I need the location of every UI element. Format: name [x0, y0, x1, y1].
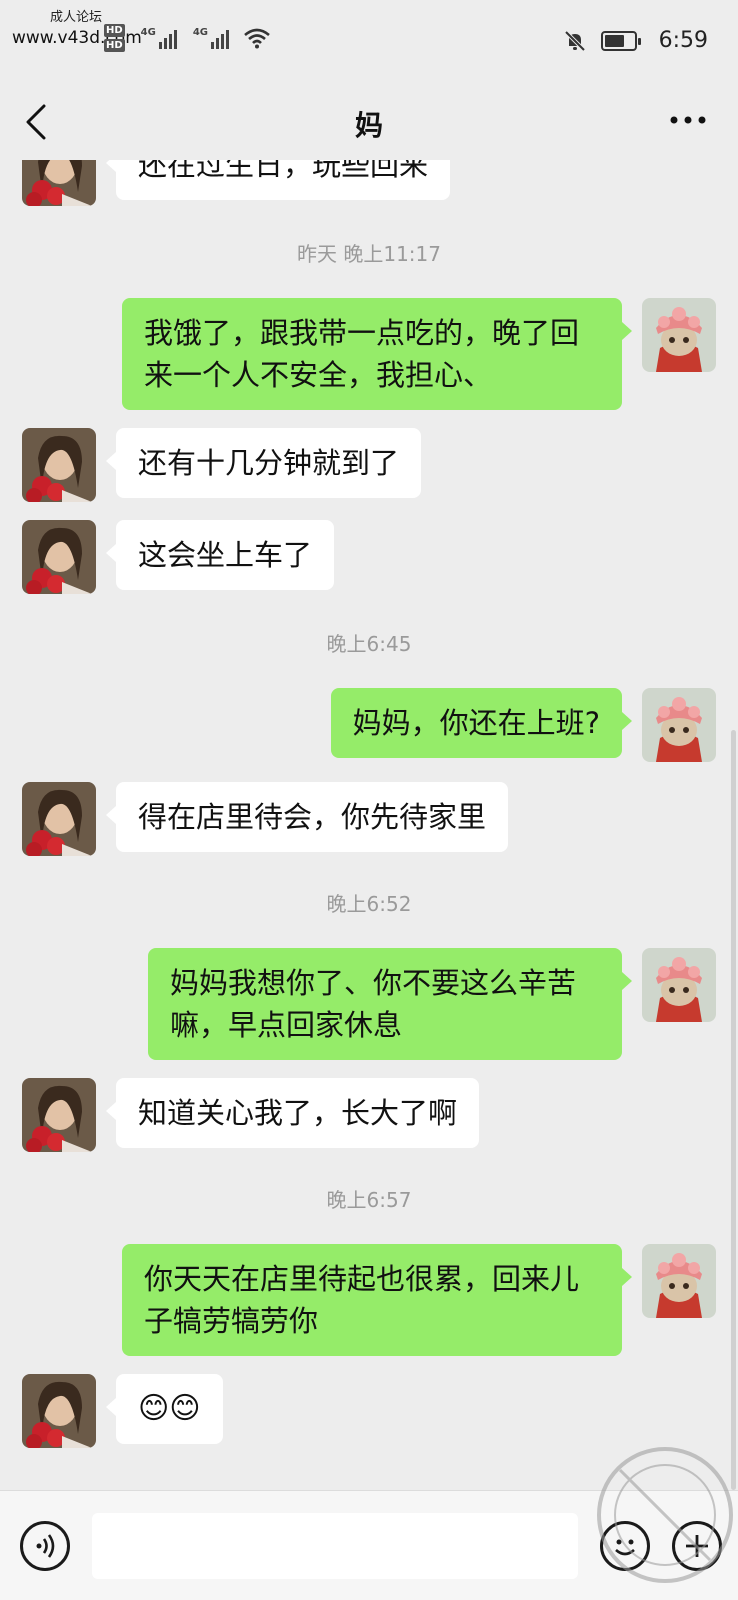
more-icon[interactable] [668, 114, 708, 126]
network-indicators: HD HD 4G 4G [104, 24, 271, 52]
message-bubble-received[interactable]: 还有十几分钟就到了 [105, 428, 422, 498]
message-bubble-sent[interactable]: 我饿了，跟我带一点吃的，晚了回 来一个人不安全，我担心、 [122, 298, 632, 410]
hd-icon: HD HD [104, 24, 125, 52]
chat-header: 妈 [0, 88, 738, 160]
status-time: 6:59 [658, 28, 708, 53]
scrollbar[interactable] [731, 730, 736, 1490]
voice-icon[interactable] [20, 1521, 70, 1571]
message-bubble-received[interactable]: 这会坐上车了 [105, 520, 335, 590]
my-avatar[interactable] [642, 948, 716, 1022]
mute-icon [564, 30, 586, 51]
timestamp: 晚上6:45 [326, 632, 412, 656]
mom-avatar[interactable] [22, 160, 96, 206]
timestamp: 晚上6:57 [326, 1188, 412, 1212]
status-right: 6:59 [563, 28, 708, 53]
watermark-seal [597, 1447, 733, 1583]
signal-icon: 4G [141, 27, 177, 49]
message-bubble-received[interactable]: 😊😊 [106, 1374, 223, 1444]
message-bubble-received[interactable]: 还在过生日，玩些回来 [105, 160, 451, 200]
message-list[interactable]: 还在过生日，玩些回来 昨天 晚上11:17 我饿了，跟我带一点吃的，晚了回 来一… [0, 160, 738, 1490]
wifi-icon [244, 28, 270, 49]
mom-avatar[interactable] [22, 1374, 96, 1448]
message-bubble-sent[interactable]: 你天天在店里待起也很累，回来儿 子犒劳犒劳你 [122, 1244, 632, 1356]
message-input[interactable] [92, 1513, 578, 1579]
status-bar: 成人论坛 www.v43d.com HD HD 4G 4G 6:59 [0, 0, 738, 88]
message-bubble-sent[interactable]: 妈妈，你还在上班? [330, 688, 633, 758]
my-avatar[interactable] [642, 1244, 716, 1318]
mom-avatar[interactable] [22, 520, 96, 594]
message-bubble-received[interactable]: 知道关心我了，长大了啊 [105, 1078, 480, 1148]
my-avatar[interactable] [642, 298, 716, 372]
message-bubble-received[interactable]: 得在店里待会，你先待家里 [105, 782, 509, 852]
battery-icon [600, 30, 641, 51]
chat-title: 妈 [354, 109, 383, 142]
my-avatar[interactable] [642, 688, 716, 762]
mom-avatar[interactable] [22, 782, 96, 856]
watermark-text: 成人论坛 [50, 10, 103, 25]
timestamp: 昨天 晚上11:17 [297, 242, 441, 266]
mom-avatar[interactable] [22, 1078, 96, 1152]
timestamp: 晚上6:52 [326, 892, 412, 916]
message-bubble-sent[interactable]: 妈妈我想你了、你不要这么辛苦 嘛，早点回家休息 [148, 948, 632, 1060]
mom-avatar[interactable] [22, 428, 96, 502]
signal-icon-2: 4G [193, 27, 230, 49]
